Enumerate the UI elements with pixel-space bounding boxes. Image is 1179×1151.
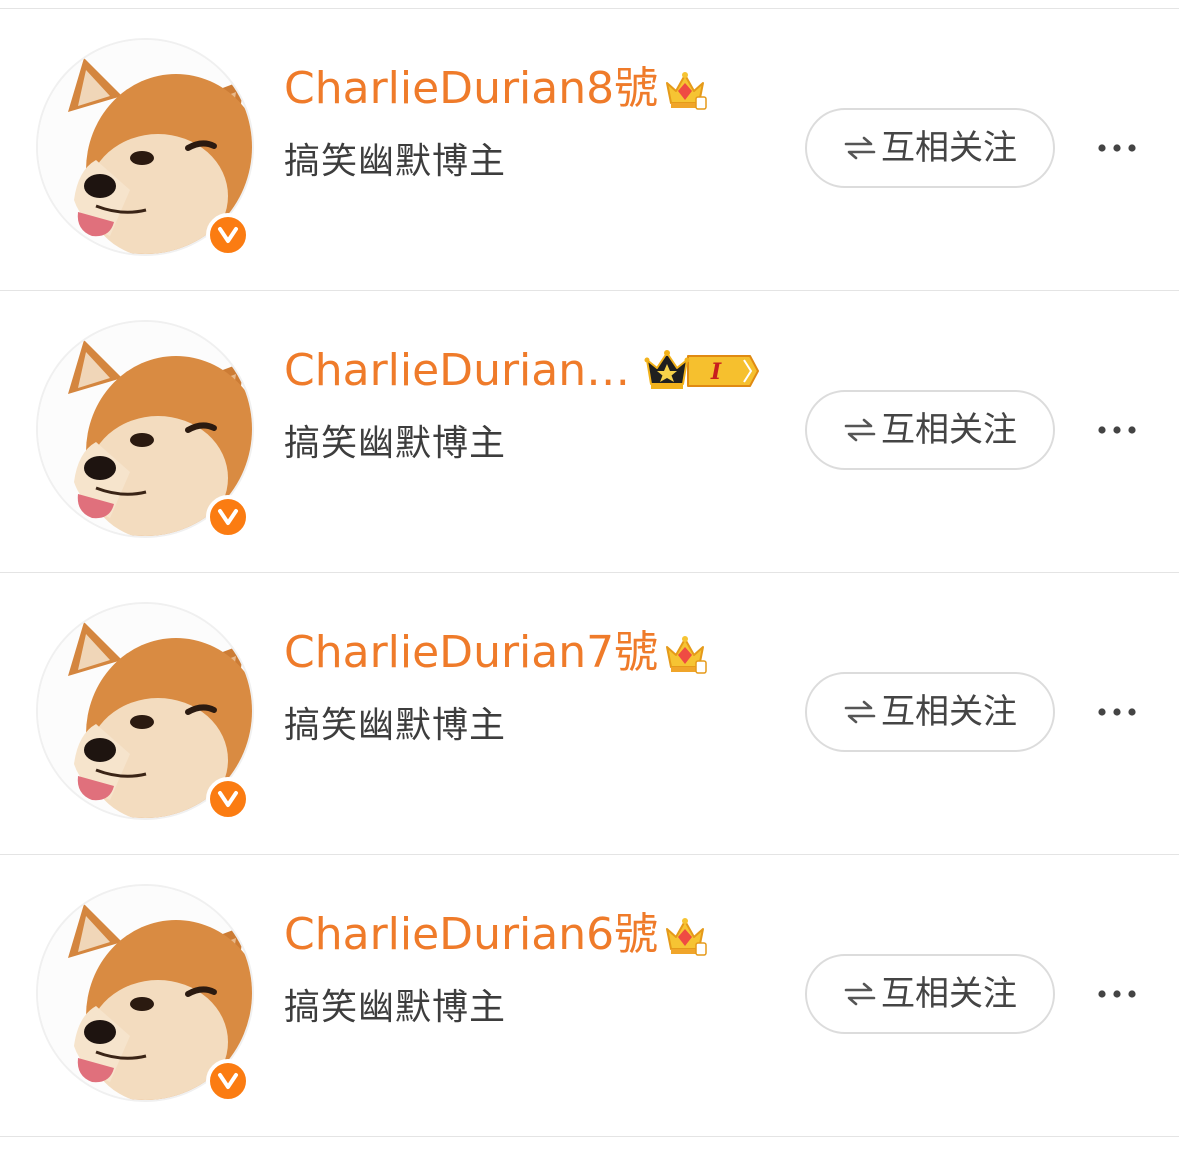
more-button[interactable] [1090,416,1144,444]
verified-v-icon [218,509,238,525]
list-item[interactable]: CharlieDurian6號 搞笑幽默博主 互相关注 [0,855,1179,1137]
swap-arrows-icon [844,982,876,1006]
list-item[interactable]: CharlieDurian… I 搞笑幽默博主 互相关注 [0,291,1179,573]
swap-arrows-icon [844,700,876,724]
crown-gem-icon [666,636,707,674]
more-button[interactable] [1090,134,1144,162]
swap-arrows-icon [844,418,876,442]
follow-label: 互相关注 [881,974,1017,1014]
user-description: 搞笑幽默博主 [284,705,507,746]
verified-badge [206,777,250,821]
username[interactable]: CharlieDurian7號 [284,623,658,683]
swap-arrows-icon [844,136,876,160]
crown-gem-icon [666,918,707,956]
name-line: CharlieDurian8號 [284,59,708,119]
mutual-follow-button[interactable]: 互相关注 [805,108,1055,188]
mutual-follow-button[interactable]: 互相关注 [805,390,1055,470]
mutual-follow-button[interactable]: 互相关注 [805,672,1055,752]
verified-v-icon [218,1073,238,1089]
name-line: CharlieDurian7號 [284,623,708,683]
username[interactable]: CharlieDurian… [284,341,630,401]
username[interactable]: CharlieDurian6號 [284,905,658,965]
verified-v-icon [218,791,238,807]
name-line: CharlieDurian… I [284,341,760,401]
mutual-follow-button[interactable]: 互相关注 [805,954,1055,1034]
list-item[interactable]: CharlieDurian8號 搞笑幽默博主 互相关注 [0,9,1179,291]
verified-badge [206,495,250,539]
verified-badge [206,213,250,257]
verified-v-icon [218,227,238,243]
user-description: 搞笑幽默博主 [284,141,507,182]
more-dots-icon [1098,990,1136,998]
more-dots-icon [1098,426,1136,434]
more-dots-icon [1098,144,1136,152]
crown-gem-icon [666,72,707,110]
username[interactable]: CharlieDurian8號 [284,59,658,119]
more-dots-icon [1098,708,1136,716]
name-line: CharlieDurian6號 [284,905,708,965]
user-description: 搞笑幽默博主 [284,987,507,1028]
follow-label: 互相关注 [881,692,1017,732]
user-description: 搞笑幽默博主 [284,423,507,464]
follow-label: 互相关注 [881,128,1017,168]
list-item[interactable]: CharlieDurian7號 搞笑幽默博主 互相关注 [0,573,1179,855]
more-button[interactable] [1090,980,1144,1008]
more-button[interactable] [1090,698,1144,726]
level-numeral: I [710,359,722,385]
follow-list: CharlieDurian8號 搞笑幽默博主 互相关注 CharlieDuria… [0,9,1179,1137]
crown-level-icon: I [644,350,760,389]
follow-label: 互相关注 [881,410,1017,450]
verified-badge [206,1059,250,1103]
